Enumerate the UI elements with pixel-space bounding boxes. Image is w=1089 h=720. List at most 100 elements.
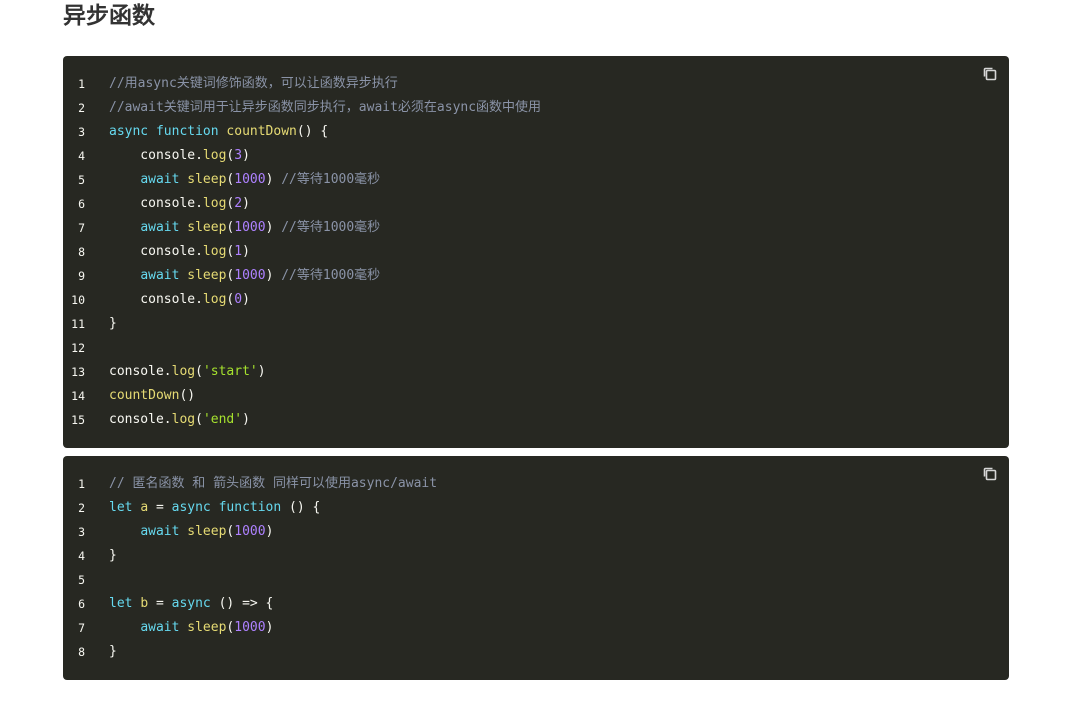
code-text: console.log('end') (109, 408, 250, 432)
code-token-num: 1000 (234, 220, 266, 235)
code-token-kw: let (109, 500, 133, 515)
code-text: //await关键词用于让异步函数同步执行，await必须在async函数中使用 (109, 96, 541, 120)
code-token-plain: console. (109, 412, 172, 427)
code-line: 6 let b = async () => { (63, 592, 1009, 616)
code-token-plain: = (148, 500, 172, 515)
code-line: 2 //await关键词用于让异步函数同步执行，await必须在async函数中使… (63, 96, 1009, 120)
code-text: countDown() (109, 384, 195, 408)
code-line: 12 (63, 336, 1009, 360)
code-token-kw: async (171, 500, 211, 515)
code-token-comment: // 匿名函数 和 箭头函数 同样可以使用async/await (109, 476, 438, 491)
code-token-fn: sleep (187, 268, 227, 283)
code-token-kw: function (155, 124, 219, 139)
code-token-kw: await (140, 620, 180, 635)
code-token-fn: log (202, 244, 227, 259)
code-token-num: 1000 (234, 172, 266, 187)
code-text: } (109, 640, 117, 664)
line-number: 14 (71, 389, 85, 403)
code-token-kw: await (140, 524, 180, 539)
code-text: console.log(3) (109, 144, 250, 168)
code-line: 8 console.log(1) (63, 240, 1009, 264)
code-text: //用async关键词修饰函数，可以让函数异步执行 (109, 72, 398, 96)
code-line: 4 console.log(3) (63, 144, 1009, 168)
code-token-fn: log (202, 196, 227, 211)
code-token-plain: } (109, 316, 117, 331)
section-heading: 异步函数 (63, 3, 155, 29)
code-line: 4} (63, 544, 1009, 568)
code-line: 6 console.log(2) (63, 192, 1009, 216)
code-text: } (109, 544, 117, 568)
code-text: console.log('start') (109, 360, 266, 384)
code-line: 1 //用async关键词修饰函数，可以让函数异步执行 (63, 72, 1009, 96)
code-token-fn: countDown (226, 124, 297, 139)
code-token-num: 2 (234, 196, 243, 211)
code-token-plain: ( (195, 412, 203, 427)
code-token-plain: ) (265, 172, 282, 187)
code-token-plain: ) (265, 524, 274, 539)
code-text: await sleep(1000) (109, 520, 273, 544)
line-number: 2 (78, 501, 85, 515)
code-line: 8} (63, 640, 1009, 664)
line-number: 3 (78, 525, 85, 539)
line-number: 1 (78, 77, 85, 91)
code-line: 2 let a = async function () { (63, 496, 1009, 520)
line-number: 10 (71, 293, 85, 307)
code-token-comment: //await关键词用于让异步函数同步执行，await必须在async函数中使用 (109, 100, 542, 115)
line-number: 11 (71, 317, 85, 331)
code-token-plain: ) (242, 244, 250, 259)
code-token-kw: await (140, 220, 180, 235)
code-token-plain: ) (265, 220, 282, 235)
code-token-plain: console. (109, 196, 203, 211)
code-token-fn: countDown (109, 388, 180, 403)
code-token-plain: ) (242, 196, 250, 211)
line-number: 12 (71, 341, 85, 355)
code-token-num: 1000 (234, 620, 266, 635)
code-token-plain: console. (109, 292, 203, 307)
code-token-kw: function (218, 500, 282, 515)
code-text: await sleep(1000) //等待1000毫秒 (109, 264, 380, 288)
line-number: 2 (78, 101, 85, 115)
code-token-fn: sleep (187, 220, 227, 235)
line-number: 5 (78, 573, 85, 587)
code-token-kw: await (140, 268, 180, 283)
code-token-fn: b (140, 596, 149, 611)
line-number: 1 (78, 477, 85, 491)
line-number: 6 (78, 597, 85, 611)
code-text: async function countDown() { (109, 120, 328, 144)
code-line: 11} (63, 312, 1009, 336)
line-number: 9 (78, 269, 85, 283)
code-token-comment: //等待1000毫秒 (281, 172, 381, 187)
code-line: 15 console.log('end') (63, 408, 1009, 432)
code-token-fn: log (202, 148, 227, 163)
code-token-plain: ) (257, 364, 266, 379)
code-token-comment: //用async关键词修饰函数，可以让函数异步执行 (109, 76, 398, 91)
code-token-plain: () { (296, 124, 329, 139)
code-token-plain: ) (242, 412, 250, 427)
line-number: 6 (78, 197, 85, 211)
code-token-kw: let (109, 596, 133, 611)
code-text: } (109, 312, 117, 336)
code-token-plain: () => { (210, 596, 274, 611)
code-text: await sleep(1000) //等待1000毫秒 (109, 216, 380, 240)
line-number: 7 (78, 221, 85, 235)
code-token-num: 1000 (234, 268, 266, 283)
line-number: 13 (71, 365, 85, 379)
code-line: 5 await sleep(1000) //等待1000毫秒 (63, 168, 1009, 192)
code-token-comment: //等待1000毫秒 (281, 220, 381, 235)
code-token-fn: sleep (187, 620, 227, 635)
line-number: 3 (78, 125, 85, 139)
line-number: 4 (78, 149, 85, 163)
code-token-fn: log (171, 364, 196, 379)
code-line: 9 await sleep(1000) //等待1000毫秒 (63, 264, 1009, 288)
code-line: 13 console.log('start') (63, 360, 1009, 384)
line-number: 8 (78, 645, 85, 659)
code-token-plain: () (179, 388, 196, 403)
code-line: 7 await sleep(1000) (63, 616, 1009, 640)
line-number: 5 (78, 173, 85, 187)
